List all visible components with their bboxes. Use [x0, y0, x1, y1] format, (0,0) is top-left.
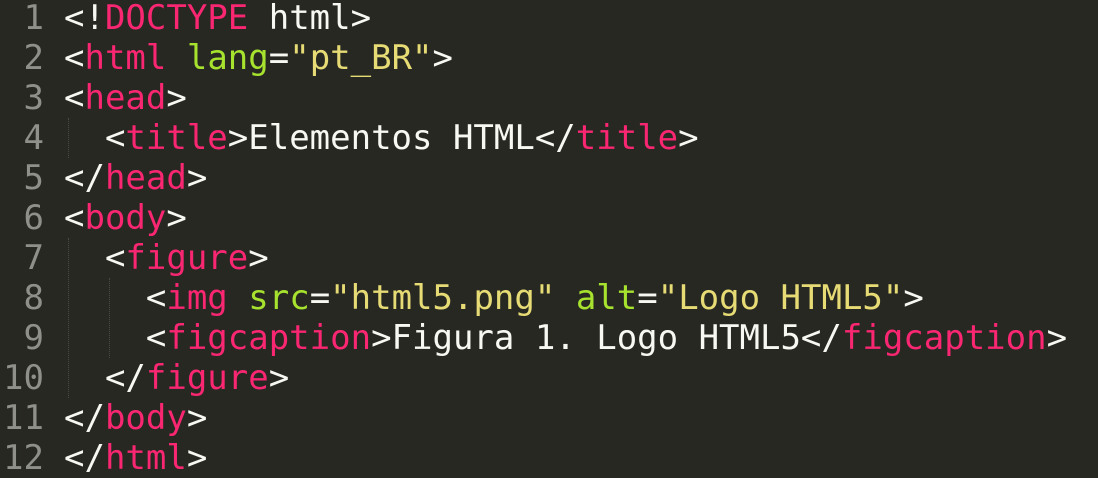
- line-number: 1: [23, 0, 44, 38]
- code-token: >: [166, 198, 187, 238]
- code-token: =: [637, 278, 658, 318]
- code-token: >: [432, 38, 454, 78]
- code-token: head: [84, 78, 167, 118]
- line-number: 4: [23, 118, 44, 158]
- line-number: 5: [23, 158, 44, 198]
- line-number: 6: [23, 198, 44, 238]
- code-line[interactable]: 8 <img src="html5.png" alt="Logo HTML5">: [0, 278, 1098, 318]
- code-line[interactable]: 1 <!DOCTYPE html>: [0, 0, 1098, 38]
- line-code: <head>: [64, 78, 187, 118]
- line-code: <figure>: [64, 238, 269, 278]
- code-token: "pt_BR": [289, 38, 433, 78]
- code-line[interactable]: 9 <figcaption>Figura 1. Logo HTML5</figc…: [0, 318, 1098, 358]
- code-token: </: [64, 158, 105, 198]
- code-token: figcaption: [841, 318, 1047, 358]
- code-token: <: [64, 118, 126, 158]
- code-token: <!: [64, 0, 105, 38]
- code-token: =: [268, 38, 290, 78]
- code-token: >: [268, 358, 290, 398]
- line-code: <figcaption>Figura 1. Logo HTML5</figcap…: [64, 318, 1067, 358]
- line-number: 12: [3, 438, 44, 478]
- code-token: >: [186, 158, 208, 198]
- code-token: DOCTYPE: [104, 0, 249, 38]
- line-number: 7: [23, 238, 44, 278]
- line-number: 11: [3, 398, 44, 438]
- code-line[interactable]: 4 <title>Elementos HTML</title>: [0, 118, 1098, 158]
- code-token: >: [186, 438, 208, 478]
- code-token: >: [248, 238, 269, 278]
- code-line[interactable]: 10 </figure>: [0, 358, 1098, 398]
- code-token: >: [186, 398, 208, 438]
- line-code: <!DOCTYPE html>: [64, 0, 371, 38]
- code-token: alt: [575, 278, 638, 318]
- code-token: <: [64, 38, 85, 78]
- code-line[interactable]: 11 </body>: [0, 398, 1098, 438]
- code-line[interactable]: 6 <body>: [0, 198, 1098, 238]
- code-line[interactable]: 2 <html lang="pt_BR">: [0, 38, 1098, 78]
- code-line[interactable]: 5 </head>: [0, 158, 1098, 198]
- line-number: 2: [23, 38, 44, 78]
- code-token: >Figura 1. Logo HTML5</: [371, 318, 842, 358]
- line-code: </html>: [64, 438, 207, 478]
- line-number: 10: [3, 358, 44, 398]
- line-number: 8: [23, 278, 44, 318]
- code-token: </: [64, 398, 105, 438]
- line-code: <body>: [64, 198, 187, 238]
- code-token: >: [903, 278, 924, 318]
- code-token: "Logo HTML5": [657, 278, 904, 318]
- code-token: <: [64, 238, 126, 278]
- line-code: <title>Elementos HTML</title>: [64, 118, 699, 158]
- code-line[interactable]: 12 </html>: [0, 438, 1098, 478]
- code-token: figure: [145, 358, 269, 398]
- code-token: =: [309, 278, 331, 318]
- code-token: title: [125, 118, 228, 158]
- line-code: </figure>: [64, 358, 289, 398]
- code-line[interactable]: 7 <figure>: [0, 238, 1098, 278]
- line-number: 3: [23, 78, 44, 118]
- code-line[interactable]: 3 <head>: [0, 78, 1098, 118]
- code-token: >: [678, 118, 699, 158]
- line-number: 9: [23, 318, 44, 358]
- code-token: <: [64, 198, 85, 238]
- code-token: <: [64, 318, 167, 358]
- code-token: </: [64, 358, 146, 398]
- code-token: >: [166, 78, 187, 118]
- code-token: html>: [248, 0, 372, 38]
- code-token: figcaption: [166, 318, 372, 358]
- code-token: title: [575, 118, 679, 158]
- code-token: src: [248, 278, 310, 318]
- line-code: </body>: [64, 398, 207, 438]
- code-token: head: [104, 158, 187, 198]
- code-token: >: [1046, 318, 1068, 358]
- code-editor[interactable]: 1 <!DOCTYPE html> 2 <html lang="pt_BR"> 3 <he…: [0, 0, 1098, 478]
- code-token: body: [104, 398, 187, 438]
- code-token: img: [166, 278, 228, 318]
- code-token: "html5.png": [330, 278, 556, 318]
- code-token: body: [84, 198, 167, 238]
- line-code: <img src="html5.png" alt="Logo HTML5">: [64, 278, 924, 318]
- code-token: <: [64, 78, 85, 118]
- code-token: html: [84, 38, 167, 78]
- code-token: >Elementos HTML</: [227, 118, 576, 158]
- line-code: <html lang="pt_BR">: [64, 38, 453, 78]
- code-token: lang: [186, 38, 269, 78]
- code-token: </: [64, 438, 105, 478]
- code-token: figure: [125, 238, 249, 278]
- code-token: <: [64, 278, 167, 318]
- code-token: html: [104, 438, 187, 478]
- line-code: </head>: [64, 158, 207, 198]
